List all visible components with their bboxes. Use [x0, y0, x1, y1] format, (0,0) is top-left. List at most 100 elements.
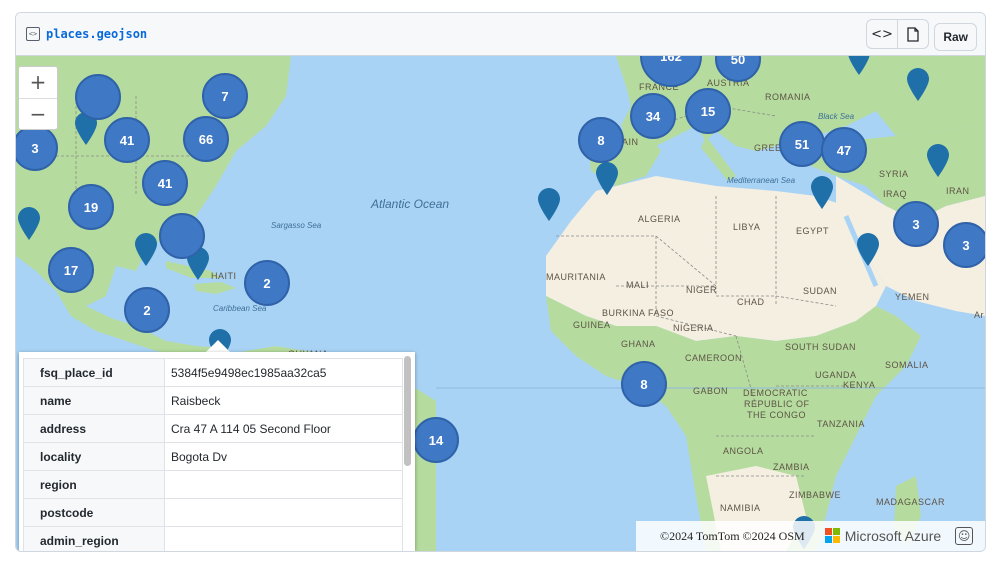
country-label: GUINEA — [573, 320, 611, 330]
table-row: name Raisbeck — [23, 386, 403, 415]
marker-cluster[interactable]: 41 — [142, 160, 188, 206]
map-pin-marker[interactable] — [595, 162, 619, 196]
country-label: MALI — [626, 280, 650, 290]
country-label: CHAD — [737, 297, 765, 307]
marker-cluster[interactable]: 17 — [48, 247, 94, 293]
file-viewer: <> places.geojson <> Raw Atlantic Ocean … — [15, 12, 986, 552]
country-label: NAMIBIA — [720, 503, 761, 513]
country-label: GHANA — [621, 339, 656, 349]
country-label: REPUBLIC OF — [744, 399, 810, 409]
popup-scrollbar[interactable] — [404, 356, 411, 466]
table-row: postcode — [23, 498, 403, 527]
property-key: admin_region — [23, 526, 165, 551]
marker-cluster[interactable]: 3 — [943, 222, 985, 268]
marker-cluster[interactable]: 2 — [244, 260, 290, 306]
property-value: Bogota Dv — [164, 442, 403, 471]
marker-cluster[interactable] — [75, 74, 121, 120]
country-label: IRAN — [946, 186, 970, 196]
property-value — [164, 526, 403, 551]
map-pin-marker[interactable] — [847, 56, 871, 76]
map-pin-marker[interactable] — [906, 68, 930, 102]
property-value — [164, 470, 403, 499]
marker-cluster[interactable]: 47 — [821, 127, 867, 173]
property-key: fsq_place_id — [23, 358, 165, 387]
file-icon — [907, 26, 919, 42]
country-label: THE CONGO — [747, 410, 807, 420]
property-key: locality — [23, 442, 165, 471]
map-pin-marker[interactable] — [537, 188, 561, 222]
ocean-label-mediterranean: Mediterranean Sea — [727, 176, 796, 185]
country-label: MADAGASCAR — [876, 497, 946, 507]
marker-cluster[interactable]: 34 — [630, 93, 676, 139]
property-key: name — [23, 386, 165, 415]
map-pin-marker[interactable] — [810, 176, 834, 210]
country-label: SYRIA — [879, 169, 909, 179]
property-key: region — [23, 470, 165, 499]
marker-cluster[interactable]: 2 — [124, 287, 170, 333]
country-label: LIBYA — [733, 222, 761, 232]
country-label: NIGER — [686, 285, 718, 295]
microsoft-logo-icon — [824, 528, 841, 544]
code-file-icon: <> — [26, 27, 40, 41]
property-value — [164, 498, 403, 527]
ocean-label-black-sea: Black Sea — [818, 112, 855, 121]
preview-view-button[interactable] — [898, 19, 929, 49]
marker-cluster[interactable]: 14 — [413, 417, 459, 463]
map-pin-marker[interactable] — [17, 207, 41, 241]
marker-cluster[interactable]: 8 — [621, 361, 667, 407]
properties-table: fsq_place_id 5384f5e9498ec1985aa32ca5 nam… — [23, 358, 403, 551]
marker-cluster[interactable]: 41 — [104, 117, 150, 163]
table-row: locality Bogota Dv — [23, 442, 403, 471]
country-label: EGYPT — [796, 226, 830, 236]
attribution-text: ©2024 TomTom ©2024 OSM — [660, 528, 805, 543]
marker-cluster[interactable] — [159, 213, 205, 259]
country-label: ALGERIA — [638, 214, 681, 224]
map-attribution: ©2024 TomTom ©2024 OSM Microsoft Azure ☺ — [636, 521, 985, 551]
azure-brand: Microsoft Azure — [844, 528, 942, 544]
marker-cluster[interactable]: 8 — [578, 117, 624, 163]
country-label: GREE — [754, 143, 782, 153]
country-label: YEMEN — [895, 292, 930, 302]
zoom-out-button[interactable]: − — [19, 99, 57, 130]
feature-properties-popup: fsq_place_id 5384f5e9498ec1985aa32ca5 nam… — [19, 352, 415, 551]
marker-cluster[interactable]: 15 — [685, 88, 731, 134]
zoom-control: + − — [18, 66, 58, 130]
property-key: address — [23, 414, 165, 443]
country-label: SOMALIA — [885, 360, 929, 370]
country-label: MAURITANIA — [546, 272, 606, 282]
property-key: postcode — [23, 498, 165, 527]
code-view-button[interactable]: <> — [866, 19, 898, 49]
marker-cluster[interactable]: 51 — [779, 121, 825, 167]
property-value: Cra 47 A 114 05 Second Floor — [164, 414, 403, 443]
table-row: fsq_place_id 5384f5e9498ec1985aa32ca5 — [23, 358, 403, 387]
marker-cluster[interactable]: 7 — [202, 73, 248, 119]
file-name[interactable]: places.geojson — [46, 27, 147, 41]
zoom-in-button[interactable]: + — [19, 67, 57, 99]
smiley-icon[interactable]: ☺ — [955, 527, 974, 545]
property-value: 5384f5e9498ec1985aa32ca5 — [164, 358, 403, 387]
country-label: Ar — [974, 310, 984, 320]
table-row: admin_region — [23, 526, 403, 551]
file-header: <> places.geojson <> Raw — [16, 13, 985, 56]
table-row: region — [23, 470, 403, 499]
map-canvas[interactable]: Atlantic Ocean Sargasso Sea Caribbean Se… — [16, 56, 985, 551]
country-label: GABON — [693, 386, 729, 396]
table-row: address Cra 47 A 114 05 Second Floor — [23, 414, 403, 443]
country-label: NIGERIA — [673, 323, 714, 333]
marker-cluster[interactable]: 66 — [183, 116, 229, 162]
country-label: DEMOCRATIC — [743, 388, 808, 398]
map-pin-marker[interactable] — [856, 233, 880, 267]
country-label: IRAQ — [883, 189, 908, 199]
map-pin-marker[interactable] — [926, 144, 950, 178]
country-label: TANZANIA — [817, 419, 865, 429]
marker-cluster[interactable]: 3 — [893, 201, 939, 247]
country-label: KENYA — [843, 380, 876, 390]
marker-cluster[interactable]: 19 — [68, 184, 114, 230]
country-label: HAITI — [211, 271, 237, 281]
view-toggle-group: <> — [866, 19, 929, 49]
raw-button[interactable]: Raw — [934, 23, 977, 51]
country-label: SOUTH SUDAN — [785, 342, 857, 352]
country-label: ZAMBIA — [773, 462, 810, 472]
map-pin-marker[interactable] — [134, 233, 158, 267]
property-value: Raisbeck — [164, 386, 403, 415]
